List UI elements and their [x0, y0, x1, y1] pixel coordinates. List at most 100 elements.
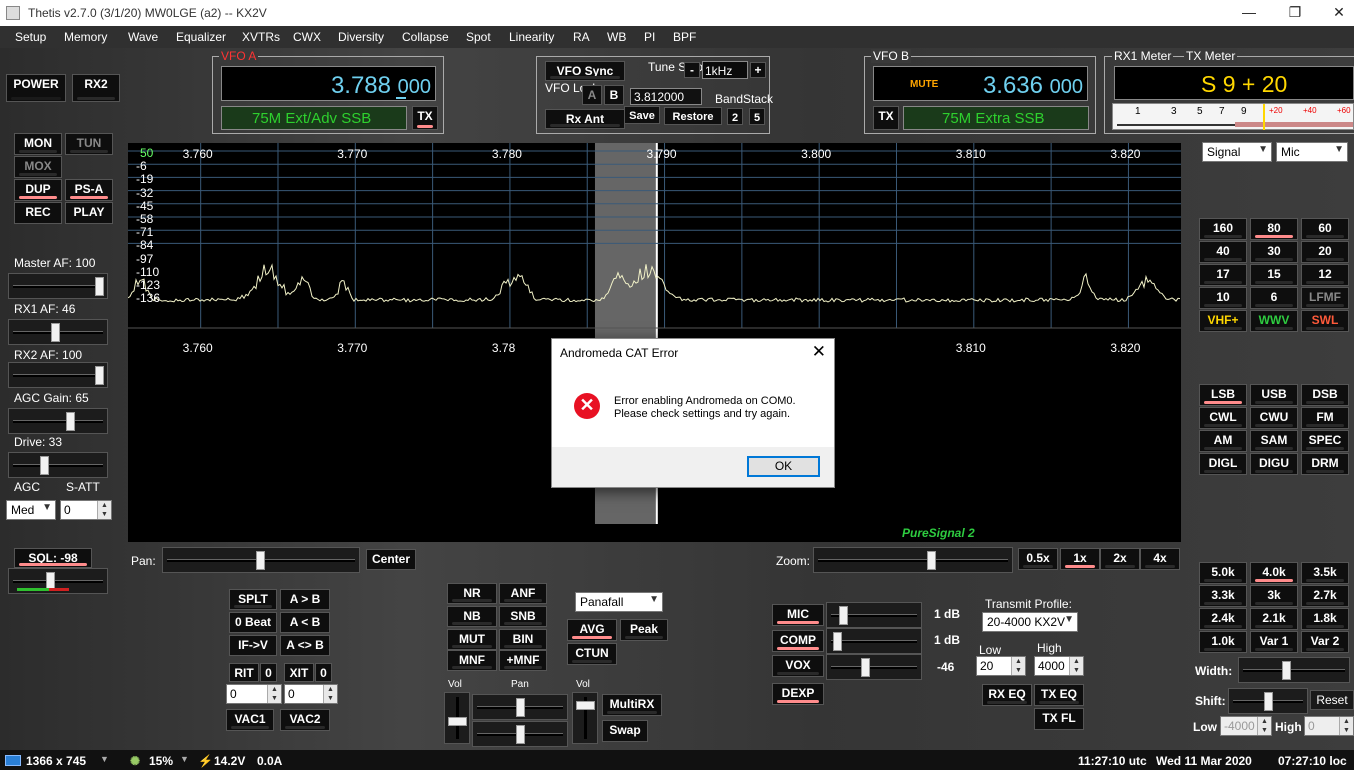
menu-wave[interactable]: Wave	[128, 30, 158, 44]
rx2-vol-thumb[interactable]	[576, 701, 595, 710]
tx-meter-select[interactable]: Mic ▼	[1276, 142, 1348, 162]
band-80-button[interactable]: 80	[1250, 218, 1298, 240]
ps-a-button[interactable]: PS-A	[65, 179, 113, 201]
minimize-button[interactable]: —	[1226, 2, 1272, 24]
zoom-slider[interactable]	[813, 547, 1013, 573]
vfo-a-freq-sub[interactable]: 000	[398, 76, 431, 99]
menu-collapse[interactable]: Collapse	[402, 30, 449, 44]
zoom-2x-button[interactable]: 2x	[1100, 548, 1140, 570]
filter-low-spinner[interactable]: -4000 ▲ ▼	[1220, 716, 1272, 736]
menu-xvtrs[interactable]: XVTRs	[242, 30, 280, 44]
filter-2-7k-button[interactable]: 2.7k	[1301, 585, 1349, 607]
filter-5-0k-button[interactable]: 5.0k	[1199, 562, 1247, 584]
band-15-button[interactable]: 15	[1250, 264, 1298, 286]
spinner-arrows-icon[interactable]: ▲ ▼	[97, 501, 111, 519]
a-to-b-button[interactable]: A > B	[280, 589, 330, 610]
vfo-sync-button[interactable]: VFO Sync	[545, 61, 625, 81]
maximize-button[interactable]: ❐	[1272, 2, 1318, 24]
mode-cwu-button[interactable]: CWU	[1250, 407, 1298, 429]
mic-button[interactable]: MIC	[772, 604, 824, 626]
rx1-pan-slider[interactable]	[472, 694, 568, 720]
rx2-pan-slider[interactable]	[472, 721, 568, 747]
vox-thumb[interactable]	[861, 658, 870, 677]
filter-2-1k-button[interactable]: 2.1k	[1250, 608, 1298, 630]
dialog-close-icon[interactable]: ✕	[812, 342, 826, 362]
mic-gain-slider[interactable]	[826, 602, 922, 628]
sql-slider[interactable]	[8, 568, 108, 594]
filter-1-8k-button[interactable]: 1.8k	[1301, 608, 1349, 630]
menu-pi[interactable]: PI	[644, 30, 655, 44]
lock-a-button[interactable]: A	[582, 85, 602, 105]
display-mode-select[interactable]: Panafall ▼	[575, 592, 663, 612]
band-30-button[interactable]: 30	[1250, 241, 1298, 263]
mode-fm-button[interactable]: FM	[1301, 407, 1349, 429]
band-12-button[interactable]: 12	[1301, 264, 1349, 286]
band-60-button[interactable]: 60	[1301, 218, 1349, 240]
snb-button[interactable]: SNB	[499, 606, 547, 627]
rec-button[interactable]: REC	[14, 202, 62, 224]
reset-button[interactable]: Reset	[1310, 690, 1354, 710]
band-vhf--button[interactable]: VHF+	[1199, 310, 1247, 332]
tun-button[interactable]: TUN	[65, 133, 113, 155]
spinner-arrows-icon[interactable]: ▲ ▼	[1069, 657, 1083, 675]
tune-step-minus-button[interactable]: -	[684, 62, 700, 78]
comp-slider[interactable]	[826, 628, 922, 654]
rx2-af-thumb[interactable]	[95, 366, 104, 385]
mode-cwl-button[interactable]: CWL	[1199, 407, 1247, 429]
rit-button[interactable]: RIT	[229, 663, 259, 682]
tx-eq-button[interactable]: TX EQ	[1034, 684, 1084, 706]
center-button[interactable]: Center	[366, 549, 416, 570]
vac1-button[interactable]: VAC1	[226, 709, 274, 731]
rx2-button[interactable]: RX2	[72, 74, 120, 102]
comp-button[interactable]: COMP	[772, 630, 824, 652]
chevron-down-icon[interactable]: ▼	[100, 754, 109, 764]
filter-high-spinner[interactable]: 0 ▲ ▼	[1304, 716, 1354, 736]
spinner-arrows-icon[interactable]: ▲ ▼	[1011, 657, 1025, 675]
band-160-button[interactable]: 160	[1199, 218, 1247, 240]
menu-cwx[interactable]: CWX	[293, 30, 321, 44]
rx1-vol-thumb[interactable]	[448, 717, 467, 726]
zoom-0-5x-button[interactable]: 0.5x	[1018, 548, 1058, 570]
swap-rx-button[interactable]: Swap	[602, 720, 648, 742]
nb-button[interactable]: NB	[447, 606, 497, 627]
rit-spinner[interactable]: 0 ▲ ▼	[226, 684, 282, 704]
mode-digu-button[interactable]: DIGU	[1250, 453, 1298, 475]
zero-beat-button[interactable]: 0 Beat	[229, 612, 277, 633]
close-window-button[interactable]: ✕	[1316, 2, 1354, 24]
vfo-b-tx-button[interactable]: TX	[873, 106, 899, 130]
mode-usb-button[interactable]: USB	[1250, 384, 1298, 406]
filter-3-3k-button[interactable]: 3.3k	[1199, 585, 1247, 607]
band-17-button[interactable]: 17	[1199, 264, 1247, 286]
band-swl-button[interactable]: SWL	[1301, 310, 1349, 332]
agc-gain-slider[interactable]	[8, 408, 108, 434]
menu-linearity[interactable]: Linearity	[509, 30, 554, 44]
agc-select[interactable]: Med ▼	[6, 500, 56, 520]
resolution-status[interactable]: 1366 x 745	[26, 754, 86, 768]
vfo-b-freq-main[interactable]: 3.636	[983, 72, 1043, 100]
drive-thumb[interactable]	[40, 456, 50, 475]
band-wwv-button[interactable]: WWV	[1250, 310, 1298, 332]
vfo-a-tx-button[interactable]: TX	[412, 106, 438, 130]
vox-button[interactable]: VOX	[772, 655, 824, 677]
xit-spinner[interactable]: 0 ▲ ▼	[284, 684, 338, 704]
filter-3k-button[interactable]: 3k	[1250, 585, 1298, 607]
mode-drm-button[interactable]: DRM	[1301, 453, 1349, 475]
width-slider[interactable]	[1238, 657, 1350, 683]
mode-am-button[interactable]: AM	[1199, 430, 1247, 452]
band-40-button[interactable]: 40	[1199, 241, 1247, 263]
tx-low-spinner[interactable]: 20 ▲ ▼	[976, 656, 1026, 676]
tx-high-spinner[interactable]: 4000 ▲ ▼	[1034, 656, 1084, 676]
drive-slider[interactable]	[8, 452, 108, 478]
menu-bpf[interactable]: BPF	[673, 30, 696, 44]
zoom-4x-button[interactable]: 4x	[1140, 548, 1180, 570]
pan-thumb[interactable]	[256, 551, 265, 570]
band-20-button[interactable]: 20	[1301, 241, 1349, 263]
rx-meter-select[interactable]: Signal ▼	[1202, 142, 1272, 162]
menu-ra[interactable]: RA	[573, 30, 590, 44]
mode-spec-button[interactable]: SPEC	[1301, 430, 1349, 452]
tx-fl-button[interactable]: TX FL	[1034, 708, 1084, 730]
vac2-button[interactable]: VAC2	[280, 709, 330, 731]
vfo-b-display[interactable]: MUTE 3.636 000	[873, 66, 1088, 101]
rx1-af-thumb[interactable]	[50, 323, 60, 342]
mode-sam-button[interactable]: SAM	[1250, 430, 1298, 452]
